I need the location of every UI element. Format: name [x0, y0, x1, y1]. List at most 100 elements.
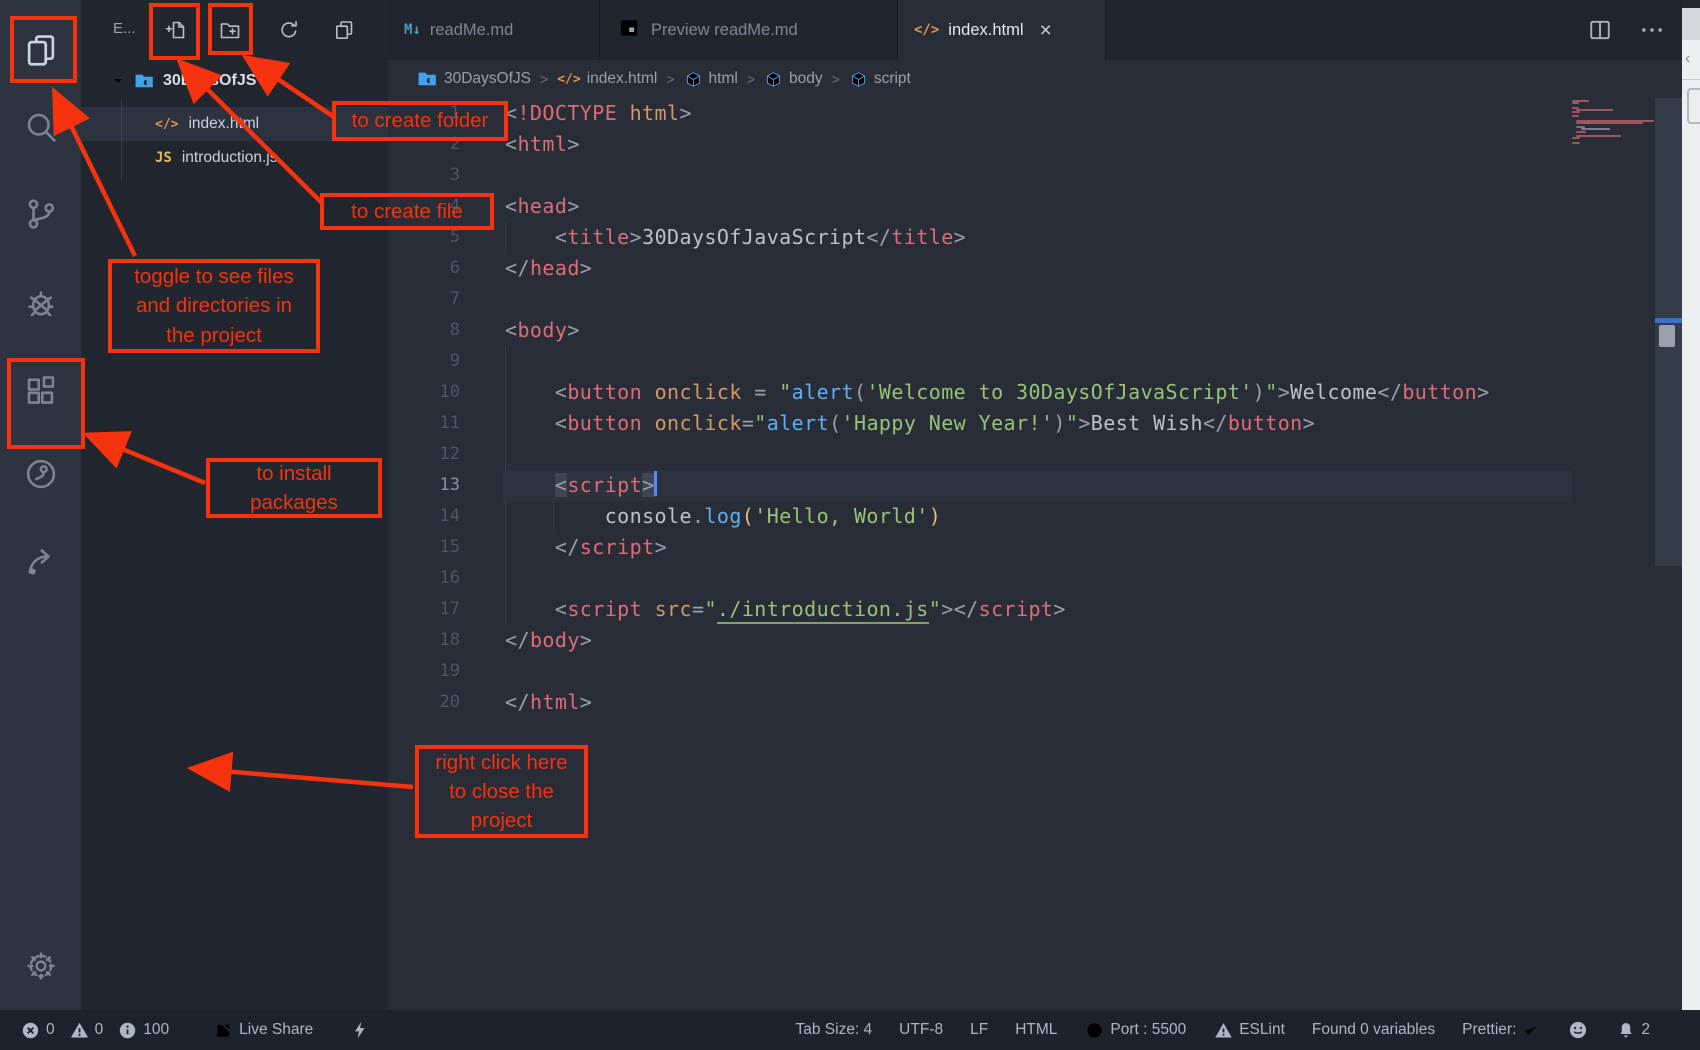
close-icon[interactable]: ×	[1040, 20, 1052, 41]
code-line-5: <title>30DaysOfJavaScript</title>	[505, 222, 1490, 253]
smiley-icon	[1567, 1019, 1589, 1041]
status-bar-left: 00 100 Live Share	[20, 1010, 371, 1050]
status-item-lightning-icon[interactable]	[349, 1019, 371, 1041]
extensions-icon	[23, 373, 59, 409]
ellipsis-icon	[1638, 16, 1666, 44]
activity-bar-item-extensions[interactable]	[21, 371, 61, 411]
activity-bar-item-settings[interactable]	[21, 946, 61, 986]
markdown-file-icon: M↓	[404, 22, 421, 38]
code-token: Best Wish	[1091, 411, 1203, 435]
more-actions-button[interactable]	[1637, 15, 1667, 45]
live-share-circle-icon	[23, 456, 59, 492]
line-number: 17	[388, 594, 460, 625]
code-token: >	[679, 101, 691, 125]
folder-icon	[133, 70, 155, 92]
activity-bar-item-share[interactable]	[21, 541, 61, 581]
refresh-button[interactable]	[276, 17, 302, 43]
file-item-index.html[interactable]: </>index.html	[81, 107, 388, 141]
file-item-introduction.js[interactable]: JSintroduction.js	[81, 141, 388, 175]
code-token: >	[567, 318, 579, 342]
js-file-icon: JS	[155, 150, 172, 166]
status-item-HTML[interactable]: HTML	[1015, 1021, 1057, 1039]
code-editor[interactable]: 1234567891011121314151617181920 <!DOCTYP…	[388, 98, 1682, 1010]
code-token: >	[1303, 411, 1315, 435]
code-token	[642, 597, 654, 621]
status-item-Prettier:[interactable]: Prettier:	[1462, 1021, 1540, 1040]
code-token: ./introduction.js	[717, 597, 929, 624]
scrollbar-thumb[interactable]	[1659, 325, 1675, 347]
status-item-2[interactable]: 2	[1616, 1020, 1650, 1040]
status-item-Found 0 variables[interactable]: Found 0 variables	[1312, 1021, 1435, 1039]
line-number: 11	[388, 408, 460, 439]
activity-bar-item-live-share[interactable]	[21, 454, 61, 494]
status-item-UTF-8[interactable]: UTF-8	[899, 1021, 943, 1039]
collapse-all-button[interactable]	[331, 17, 357, 43]
breadcrumb-item-script[interactable]: script	[849, 70, 911, 89]
status-item-Tab Size: 4[interactable]: Tab Size: 4	[795, 1021, 872, 1039]
minimap[interactable]	[1572, 100, 1652, 144]
code-token: head	[517, 194, 567, 218]
code-token: script	[567, 597, 642, 621]
minimap-line	[1572, 142, 1580, 144]
breadcrumb-item-index.html[interactable]: </>index.html	[557, 70, 657, 88]
activity-bar-item-source-control[interactable]	[21, 194, 61, 234]
chevron-down-icon	[109, 72, 127, 90]
code-token: console	[605, 504, 692, 528]
line-number: 8	[388, 315, 460, 346]
status-item-Live Share[interactable]: Live Share	[213, 1020, 313, 1041]
status-item-100[interactable]: 100	[117, 1020, 169, 1041]
port-slash-icon	[1084, 1020, 1105, 1041]
breadcrumb-item-html[interactable]: html	[684, 70, 738, 89]
code-token: 'Welcome to 30DaysOfJavaScript'	[866, 380, 1252, 404]
live-share-status-icon	[213, 1020, 234, 1041]
minimap-line	[1572, 113, 1652, 115]
status-label: Live Share	[239, 1021, 313, 1039]
code-token: html	[517, 132, 567, 156]
code-token: =	[742, 411, 754, 435]
code-token: html	[617, 101, 679, 125]
status-item-smiley-icon[interactable]	[1567, 1019, 1589, 1041]
line-number: 16	[388, 563, 460, 594]
line-number: 3	[388, 160, 460, 191]
activity-bar-item-explorer[interactable]	[21, 30, 61, 70]
breadcrumb-label: script	[874, 70, 911, 88]
code-token: head	[530, 256, 580, 280]
code-token: (	[854, 380, 866, 404]
breadcrumb-item-body[interactable]: body	[764, 70, 823, 89]
background-window-edge: ‹	[1682, 0, 1700, 1010]
new-folder-button[interactable]	[217, 17, 243, 43]
tab-Preview readMe.md[interactable]: Preview readMe.md	[600, 0, 898, 60]
code-token: title	[891, 225, 953, 249]
status-item-LF[interactable]: LF	[970, 1021, 988, 1039]
split-editor-button[interactable]	[1585, 15, 1615, 45]
status-label: Prettier:	[1462, 1021, 1516, 1039]
status-item-0[interactable]: 0	[20, 1020, 55, 1041]
code-token: >	[580, 256, 592, 280]
code-token: !DOCTYPE	[517, 101, 617, 125]
tree-root-folder[interactable]: 30DaysOfJS	[81, 64, 388, 98]
background-window-edge-white: ‹	[1682, 40, 1700, 1010]
tab-readMe.md[interactable]: M↓readMe.md	[388, 0, 600, 60]
code-line-8: <body>	[505, 315, 1490, 346]
breadcrumb-item-30DaysOfJS[interactable]: 30DaysOfJS	[416, 68, 531, 90]
code-token: "	[704, 597, 716, 621]
activity-bar-item-search[interactable]	[21, 107, 61, 147]
new-file-icon	[164, 18, 188, 42]
code-line-9	[505, 346, 1490, 377]
line-number: 12	[388, 439, 460, 470]
debug-icon	[23, 285, 59, 321]
status-item-0[interactable]: 0	[69, 1020, 104, 1041]
line-number: 19	[388, 656, 460, 687]
line-number: 18	[388, 625, 460, 656]
status-item-ESLint[interactable]: ESLint	[1213, 1020, 1285, 1041]
code-line-14: console.log('Hello, World')	[505, 501, 1490, 532]
status-item-Port : 5500[interactable]: Port : 5500	[1084, 1020, 1186, 1041]
code-token: </	[505, 256, 530, 280]
code-line-12	[505, 439, 1490, 470]
activity-bar-item-run-debug[interactable]	[21, 283, 61, 323]
code-token: >	[1078, 411, 1090, 435]
new-file-button[interactable]	[163, 17, 189, 43]
code-token: script	[580, 535, 655, 559]
code-line-18: </body>	[505, 625, 1490, 656]
tab-index.html[interactable]: </>index.html×	[898, 0, 1106, 60]
